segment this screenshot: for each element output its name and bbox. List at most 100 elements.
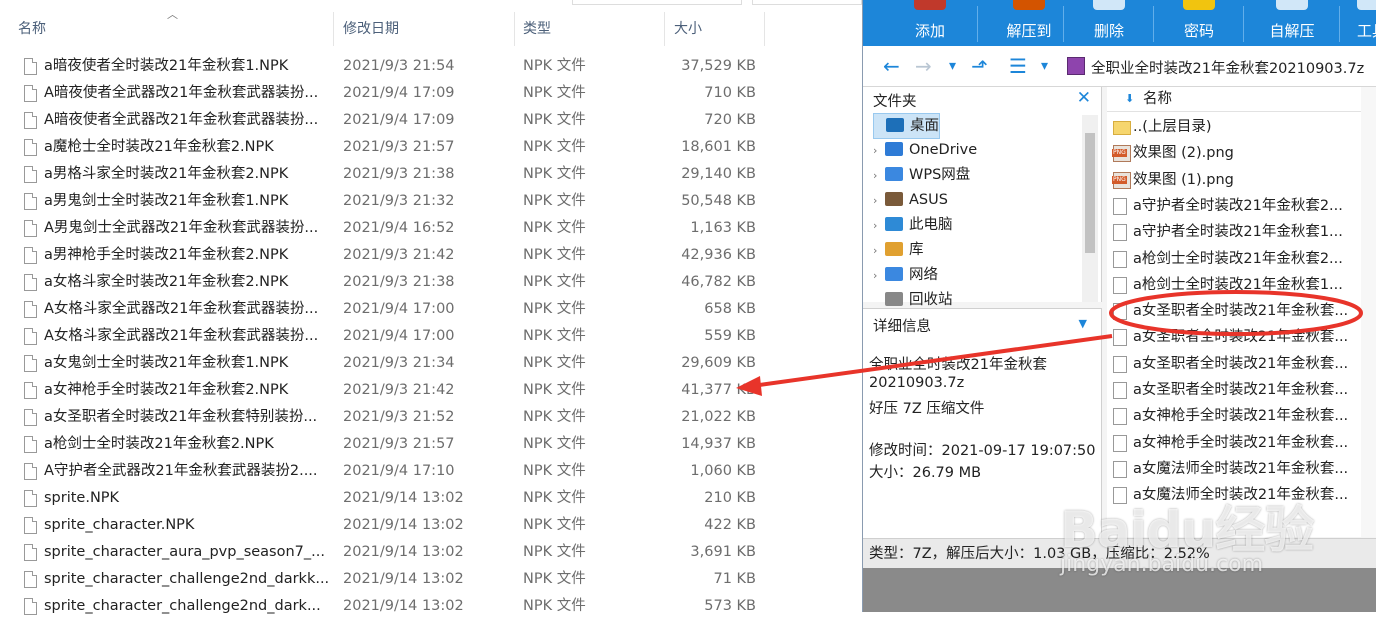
list-header-name[interactable]: ⬇ 名称 (1107, 87, 1361, 112)
file-row[interactable]: sprite.NPK 2021/9/14 13:02 NPK 文件 210 KB (0, 485, 770, 512)
file-row[interactable]: sprite_character_aura_pvp_season7_... 202… (0, 539, 770, 566)
file-size: 658 KB (704, 301, 756, 317)
archive-row[interactable]: a女圣职者全时装改21年金秋套... (1107, 351, 1361, 377)
folder-panel: 文件夹 ✕ 桌面 › OneDrive › WPS网盘 › ASUS › 此电脑 › 库 › 网络 回收站 (863, 87, 1102, 308)
file-icon (24, 274, 37, 291)
expand-arrow-icon[interactable]: › (873, 214, 885, 238)
file-row[interactable]: a男神枪手全时装改21年金秋套2.NPK 2021/9/3 21:42 NPK 文件… (0, 242, 770, 269)
expand-arrow-icon[interactable]: › (873, 264, 885, 288)
up-folder-icon[interactable]: ⬏ (971, 54, 988, 78)
view-dropdown-icon[interactable]: ▾ (1041, 54, 1048, 78)
column-divider[interactable] (333, 12, 334, 46)
archive-path[interactable]: 全职业全时装改21年金秋套20210903.7z (1091, 57, 1364, 78)
archive-row[interactable]: a枪剑士全时装改21年金秋套2... (1107, 246, 1361, 272)
toolbar-divider (1063, 6, 1064, 42)
back-arrow-icon[interactable]: ← (883, 54, 900, 78)
tools-button[interactable]: 工具 (1341, 0, 1376, 46)
file-date: 2021/9/4 17:00 (343, 301, 455, 317)
collapse-icon[interactable]: ▼ (1079, 317, 1087, 330)
tools-icon (1357, 0, 1376, 10)
file-row[interactable]: A守护者全武器改21年金秋套武器装扮2.... 2021/9/4 17:10 NPK… (0, 458, 770, 485)
file-row[interactable]: A女格斗家全武器改21年金秋套武器装扮... 2021/9/4 17:00 NPK … (0, 296, 770, 323)
file-row[interactable]: a女格斗家全时装改21年金秋套2.NPK 2021/9/3 21:38 NPK 文件… (0, 269, 770, 296)
scroll-thumb[interactable] (1085, 133, 1095, 253)
archive-row[interactable]: a女圣职者全时装改21年金秋套... (1107, 377, 1361, 403)
file-size: 46,782 KB (681, 274, 756, 290)
archive-row[interactable]: 效果图 (1).png (1107, 167, 1361, 193)
list-scrollbar[interactable] (1361, 87, 1376, 537)
file-row[interactable]: A暗夜使者全武器改21年金秋套武器装扮... 2021/9/4 17:09 NPK … (0, 80, 770, 107)
delete-button[interactable]: 删除 (1065, 0, 1153, 46)
forward-arrow-icon[interactable]: → (915, 54, 932, 78)
tree-item[interactable]: › WPS网盘 (873, 163, 970, 187)
file-row[interactable]: a魔枪士全时装改21年金秋套2.NPK 2021/9/3 21:57 NPK 文件 1… (0, 134, 770, 161)
archive-row-label: a女圣职者全时装改21年金秋套... (1133, 303, 1349, 320)
archive-row[interactable]: a女圣职者全时装改21年金秋套... (1107, 298, 1361, 324)
archive-row[interactable]: ..(上层目录) (1107, 114, 1361, 140)
file-type: NPK 文件 (523, 274, 586, 290)
file-icon (1113, 197, 1127, 215)
extract-icon (1013, 0, 1045, 10)
tree-item[interactable]: › 此电脑 (873, 213, 953, 237)
file-icon (1113, 460, 1127, 478)
file-row[interactable]: A男鬼剑士全武器改21年金秋套武器装扮... 2021/9/4 16:52 NPK … (0, 215, 770, 242)
tree-item[interactable]: › ASUS (873, 188, 948, 212)
file-name: sprite_character_challenge2nd_darkk... (44, 571, 330, 587)
extract-to-button[interactable]: 解压到 (979, 0, 1079, 46)
password-button[interactable]: 密码 (1155, 0, 1243, 46)
file-row[interactable]: A暗夜使者全武器改21年金秋套武器装扮... 2021/9/4 17:09 NPK … (0, 107, 770, 134)
archive-row[interactable]: a女圣职者全时装改21年金秋套... (1107, 324, 1361, 350)
archive-row[interactable]: 效果图 (2).png (1107, 140, 1361, 166)
folder-scrollbar[interactable] (1082, 115, 1098, 302)
self-extract-button[interactable]: 自解压 (1245, 0, 1339, 46)
file-icon (24, 598, 37, 615)
archive-row[interactable]: a女神枪手全时装改21年金秋套... (1107, 430, 1361, 456)
file-row[interactable]: a女神枪手全时装改21年金秋套2.NPK 2021/9/3 21:42 NPK 文件… (0, 377, 770, 404)
file-row[interactable]: a女圣职者全时装改21年金秋套特别装扮... 2021/9/3 21:52 NPK … (0, 404, 770, 431)
archive-row[interactable]: a女神枪手全时装改21年金秋套... (1107, 403, 1361, 429)
archive-row[interactable]: a女魔法师全时装改21年金秋套... (1107, 456, 1361, 482)
password-label: 密码 (1183, 22, 1214, 40)
view-list-icon[interactable]: ☰ (1009, 54, 1027, 78)
column-header-name[interactable]: 名称 (18, 12, 46, 46)
column-header-date[interactable]: 修改日期 (343, 12, 399, 46)
file-size: 422 KB (704, 517, 756, 533)
tree-item[interactable]: › 库 (873, 238, 924, 262)
file-row[interactable]: sprite_character.NPK 2021/9/14 13:02 NPK 文… (0, 512, 770, 539)
file-row[interactable]: a枪剑士全时装改21年金秋套2.NPK 2021/9/3 21:57 NPK 文件 1… (0, 431, 770, 458)
tools-label: 工具 (1357, 22, 1376, 40)
column-divider[interactable] (664, 12, 665, 46)
archive-row[interactable]: a枪剑士全时装改21年金秋套1... (1107, 272, 1361, 298)
archive-row[interactable]: a守护者全时装改21年金秋套2... (1107, 193, 1361, 219)
file-row[interactable]: sprite_character_challenge2nd_darkk... 20… (0, 566, 770, 593)
history-dropdown-icon[interactable]: ▾ (949, 54, 956, 78)
file-icon (1113, 434, 1127, 452)
column-divider[interactable] (764, 12, 765, 46)
file-row[interactable]: a暗夜使者全时装改21年金秋套1.NPK 2021/9/3 21:54 NPK 文件… (0, 53, 770, 80)
file-row[interactable]: A女格斗家全武器改21年金秋套武器装扮... 2021/9/4 17:00 NPK … (0, 323, 770, 350)
archive-row[interactable]: a守护者全时装改21年金秋套1... (1107, 219, 1361, 245)
column-header-size[interactable]: 大小 (674, 12, 702, 46)
file-row[interactable]: a男格斗家全时装改21年金秋套2.NPK 2021/9/3 21:38 NPK 文件… (0, 161, 770, 188)
tree-item[interactable]: › 网络 (873, 263, 938, 287)
file-name: a女神枪手全时装改21年金秋套2.NPK (44, 382, 289, 398)
tree-item[interactable]: › OneDrive (873, 138, 977, 162)
expand-arrow-icon[interactable]: › (873, 139, 885, 163)
computer-icon (885, 217, 903, 231)
tree-item[interactable]: 桌面 (873, 113, 940, 139)
expand-arrow-icon[interactable]: › (873, 189, 885, 213)
column-header-type[interactable]: 类型 (523, 12, 551, 46)
expand-arrow-icon[interactable]: › (873, 164, 885, 188)
column-divider[interactable] (514, 12, 515, 46)
add-button[interactable]: 添加 (885, 0, 975, 46)
file-name: sprite.NPK (44, 490, 120, 506)
explorer-top-frame (572, 0, 742, 5)
file-row[interactable]: a男鬼剑士全时装改21年金秋套1.NPK 2021/9/3 21:32 NPK 文件… (0, 188, 770, 215)
sort-caret-icon: ︿ (167, 8, 178, 21)
expand-arrow-icon[interactable]: › (873, 239, 885, 263)
file-row[interactable]: sprite_character_challenge2nd_dark... 202… (0, 593, 770, 620)
toolbar-divider (977, 6, 978, 42)
close-icon[interactable]: ✕ (1077, 88, 1091, 108)
file-type: NPK 文件 (523, 220, 586, 236)
file-row[interactable]: a女鬼剑士全时装改21年金秋套1.NPK 2021/9/3 21:34 NPK 文件… (0, 350, 770, 377)
